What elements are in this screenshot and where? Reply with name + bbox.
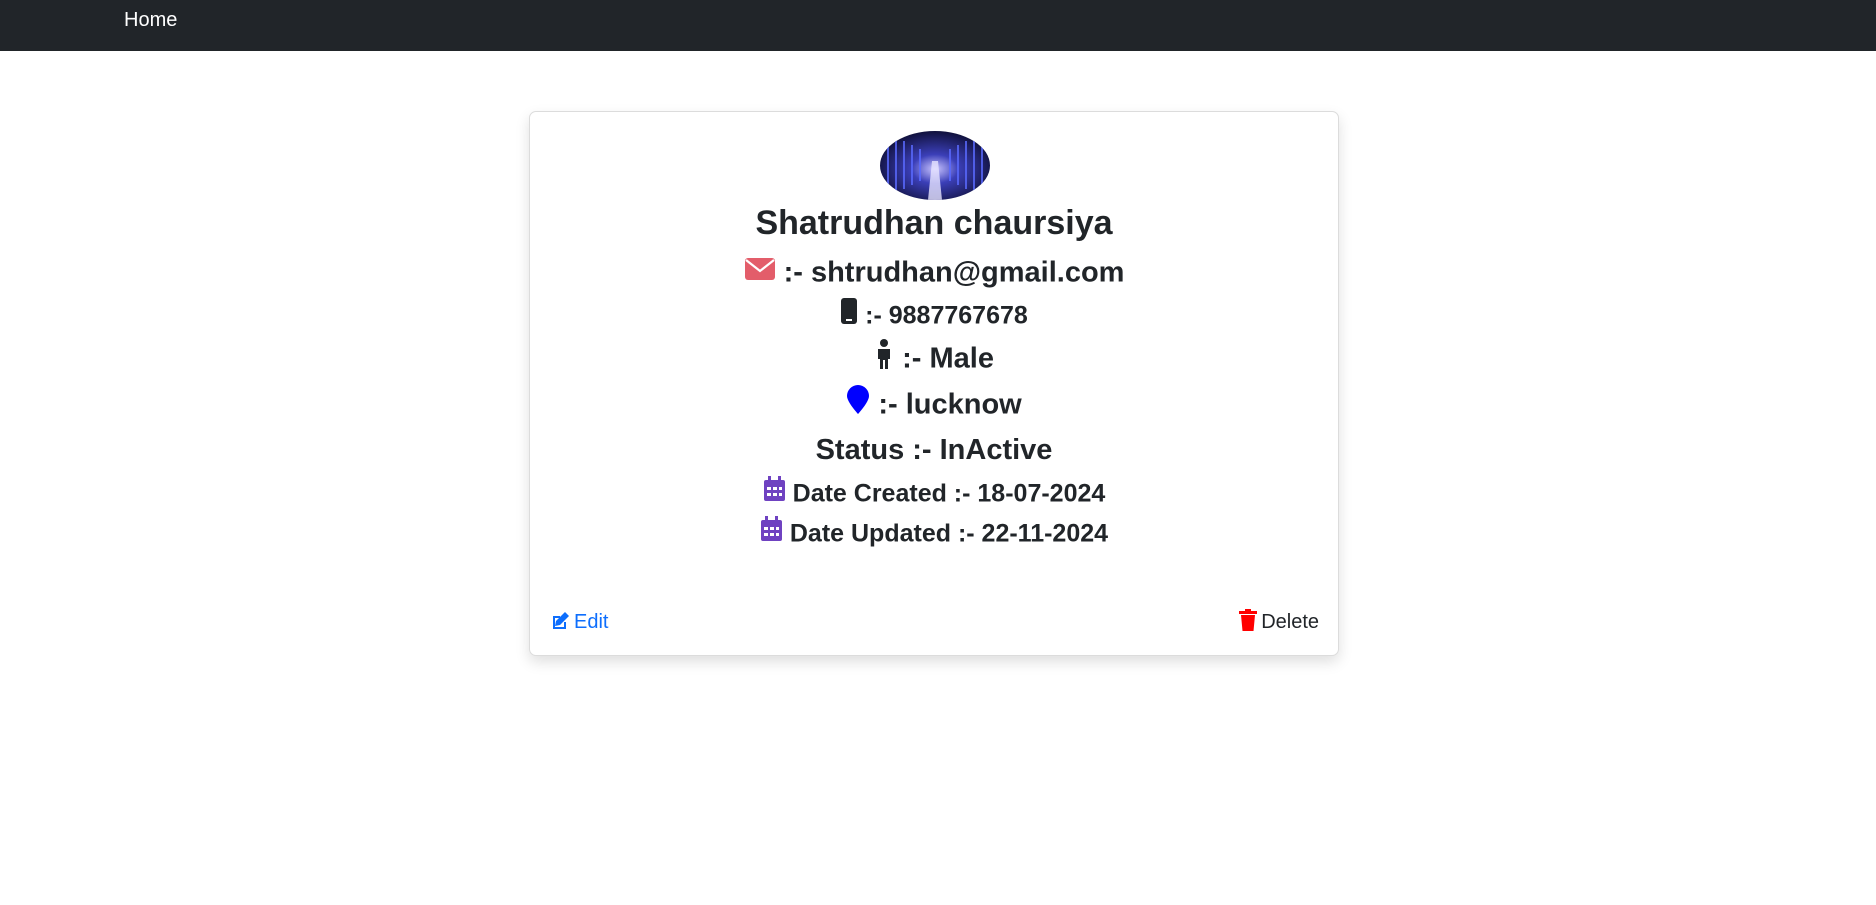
delete-button[interactable]: Delete	[1239, 609, 1319, 635]
trash-icon	[1239, 609, 1258, 631]
person-icon	[874, 339, 894, 378]
mobile-phone-icon	[840, 298, 858, 332]
phone-text: :- 9887767678	[865, 301, 1028, 330]
gender-row: :- Male	[530, 339, 1338, 378]
envelope-icon	[744, 254, 776, 290]
date-updated-text: Date Updated :- 22-11-2024	[789, 519, 1109, 548]
location-text: :- lucknow	[878, 388, 1022, 421]
location-row: :- lucknow	[530, 385, 1338, 424]
email-row: :- shtrudhan@gmail.com	[530, 253, 1338, 290]
map-pin-icon	[846, 385, 870, 424]
profile-avatar	[880, 131, 990, 200]
calendar-icon	[760, 516, 783, 550]
phone-row: :- 9887767678	[530, 298, 1338, 332]
navbar: Home	[0, 0, 1876, 51]
profile-name: Shatrudhan chaursiya	[755, 204, 1113, 242]
date-updated-row: Date Updated :- 22-11-2024	[530, 516, 1338, 550]
edit-button[interactable]: Edit	[550, 609, 608, 635]
gender-text: :- Male	[902, 342, 994, 375]
calendar-icon	[763, 476, 786, 510]
delete-label: Delete	[1261, 611, 1319, 633]
edit-icon	[553, 612, 569, 629]
status-row: Status :- InActive	[815, 434, 1053, 466]
email-text: :- shtrudhan@gmail.com	[783, 256, 1125, 289]
nav-home-link[interactable]: Home	[124, 8, 177, 32]
profile-card: Shatrudhan chaursiya :- shtrudhan@gmail.…	[529, 111, 1339, 656]
date-created-row: Date Created :- 18-07-2024	[530, 476, 1338, 510]
date-created-text: Date Created :- 18-07-2024	[792, 479, 1106, 508]
edit-label: Edit	[574, 611, 609, 633]
